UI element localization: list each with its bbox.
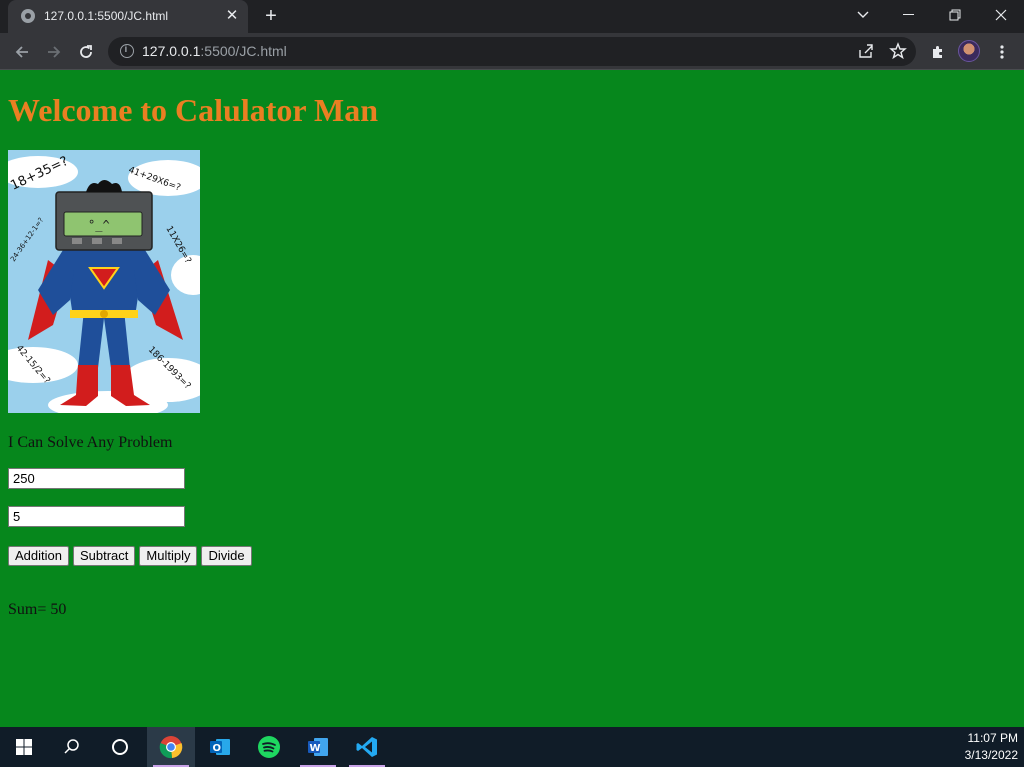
tab-search-button[interactable]	[840, 0, 886, 30]
more-vertical-icon	[1000, 45, 1004, 59]
tab-strip: 127.0.0.1:5500/JC.html ✕ +	[0, 0, 1024, 33]
result-text: Sum= 50	[8, 601, 67, 618]
puzzle-icon	[933, 46, 942, 58]
taskbar-spotify[interactable]	[245, 727, 293, 767]
extensions-button[interactable]	[925, 39, 951, 65]
addition-button[interactable]: Addition	[8, 546, 69, 566]
svg-text:O: O	[213, 743, 222, 754]
arrow-right-icon	[48, 46, 61, 58]
site-info-icon[interactable]	[120, 44, 134, 58]
outlook-icon: O	[210, 739, 230, 755]
windows-icon	[16, 739, 32, 755]
new-tab-button[interactable]: +	[260, 5, 282, 27]
multiply-button[interactable]: Multiply	[139, 546, 198, 566]
taskbar-chrome[interactable]	[147, 727, 195, 767]
cortana-icon	[112, 739, 128, 755]
profile-avatar[interactable]	[958, 40, 980, 62]
subtract-button[interactable]: Subtract	[72, 546, 136, 566]
restore-icon	[949, 9, 961, 21]
taskbar: O W 11:07 PM 3/13/2022	[0, 727, 1024, 767]
word-icon: W	[308, 738, 328, 756]
search-button[interactable]	[48, 727, 96, 767]
svg-text:°_^: °_^	[88, 218, 110, 232]
bookmark-star-icon[interactable]	[888, 41, 908, 66]
back-button[interactable]	[9, 39, 35, 65]
browser-menu-button[interactable]	[989, 39, 1015, 65]
calculator-man-image: °_^ 18+35=? 41+29X6=? 11X26=? 24-36+12-1…	[8, 150, 200, 413]
url-text[interactable]: 127.0.0.1:5500/JC.html	[142, 43, 287, 59]
system-clock[interactable]: 11:07 PM 3/13/2022	[965, 730, 1018, 764]
taskbar-vscode[interactable]	[343, 727, 391, 767]
search-icon	[64, 739, 79, 754]
vscode-icon	[356, 737, 377, 757]
restore-button[interactable]	[932, 0, 978, 30]
svg-text:W: W	[310, 743, 321, 754]
tab-title: 127.0.0.1:5500/JC.html	[44, 9, 169, 23]
page-title: Welcome to Calulator Man	[8, 92, 379, 128]
minimize-icon	[903, 14, 914, 15]
divide-button[interactable]: Divide	[201, 546, 252, 566]
first-number-input[interactable]	[8, 468, 185, 489]
arrow-left-icon	[15, 46, 28, 58]
tagline: I Can Solve Any Problem	[8, 434, 173, 451]
chrome-icon	[159, 736, 183, 759]
cortana-button[interactable]	[96, 727, 144, 767]
close-window-button[interactable]	[978, 0, 1024, 30]
globe-icon	[21, 9, 35, 23]
address-bar[interactable]: 127.0.0.1:5500/JC.html	[108, 37, 916, 66]
minimize-button[interactable]	[886, 0, 932, 30]
browser-tab[interactable]: 127.0.0.1:5500/JC.html ✕	[8, 0, 248, 33]
reload-button[interactable]	[73, 39, 99, 65]
browser-toolbar: 127.0.0.1:5500/JC.html	[0, 33, 1024, 70]
page-content: Welcome to Calulator Man °_^ 18+35=? 41+…	[0, 70, 1024, 727]
operation-buttons: Addition Subtract Multiply Divide	[8, 546, 252, 566]
clock-time: 11:07 PM	[967, 731, 1018, 745]
share-icon[interactable]	[856, 41, 876, 66]
spotify-icon	[258, 736, 280, 758]
taskbar-outlook[interactable]: O	[196, 727, 244, 767]
chevron-down-icon	[857, 11, 869, 18]
taskbar-word[interactable]: W	[294, 727, 342, 767]
clock-date: 3/13/2022	[964, 748, 1018, 762]
forward-button[interactable]	[41, 39, 67, 65]
second-number-input[interactable]	[8, 506, 185, 527]
reload-icon	[80, 45, 92, 58]
close-icon	[995, 9, 1007, 21]
start-button[interactable]	[0, 727, 48, 767]
tab-close-icon[interactable]: ✕	[222, 6, 242, 26]
